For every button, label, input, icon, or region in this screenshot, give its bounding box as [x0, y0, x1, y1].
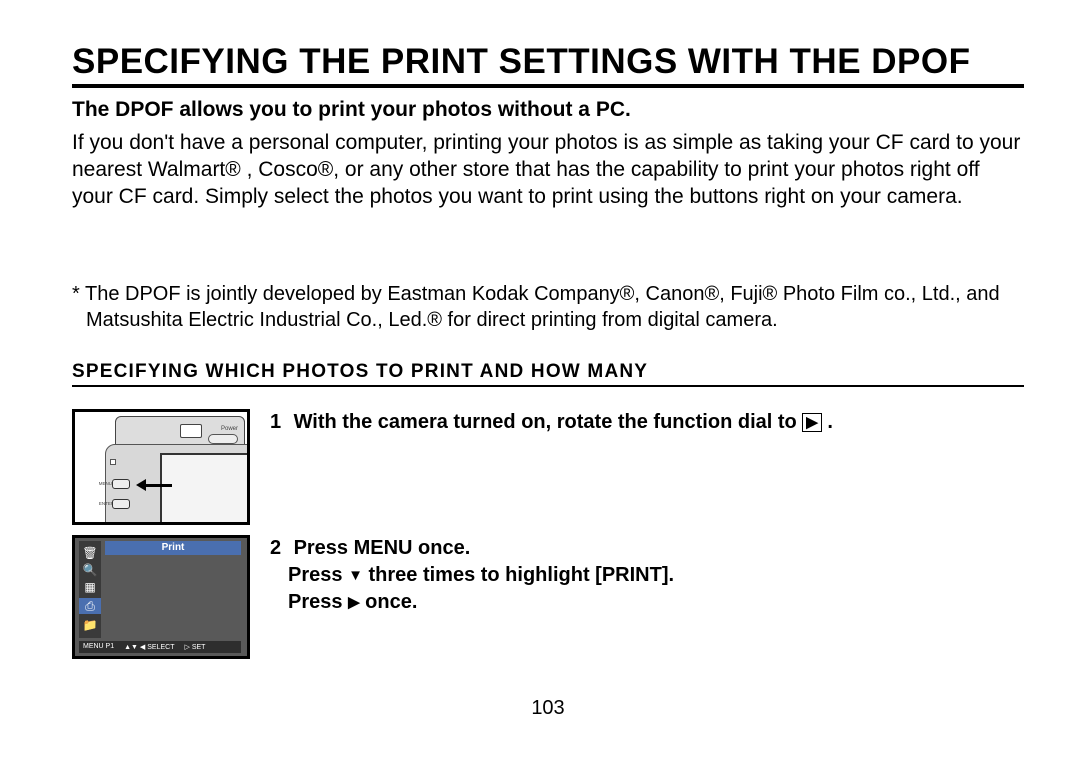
trash-icon: 🗑	[82, 547, 97, 559]
down-arrow-icon: ▼	[348, 567, 363, 584]
menu-title-bar: Print	[105, 541, 241, 555]
page-number: 103	[72, 697, 1024, 720]
bottom-select-label: ▲▼ ◀ SELECT	[124, 643, 174, 651]
menu-button-icon	[112, 479, 130, 489]
camera-rear-screen	[160, 453, 250, 525]
enter-button-icon	[112, 499, 130, 509]
subtitle: The DPOF allows you to print your photos…	[72, 98, 1024, 122]
menu-sidebar: 🗑 🔍 ▦ ⎙ 📁	[79, 541, 101, 638]
bottom-set-label: ▷ SET	[185, 643, 206, 651]
menu-bottom-bar: MENU P1 ▲▼ ◀ SELECT ▷ SET	[79, 641, 241, 653]
power-switch-icon	[208, 434, 238, 444]
step-2-image: 🗑 🔍 ▦ ⎙ 📁 Print MENU P1 ▲▼ ◀ SELECT ▷ SE…	[72, 535, 252, 659]
steps-list: Power MENU ENTER 1 With th	[72, 409, 1024, 659]
section-heading: SPECIFYING WHICH PHOTOS TO PRINT AND HOW…	[72, 361, 1024, 387]
power-label: Power	[221, 426, 238, 432]
step-2-row: 🗑 🔍 ▦ ⎙ 📁 Print MENU P1 ▲▼ ◀ SELECT ▷ SE…	[72, 535, 1024, 659]
manual-page: SPECIFYING THE PRINT SETTINGS WITH THE D…	[0, 0, 1080, 740]
folder-icon: 📁	[83, 619, 98, 631]
menu-label: MENU	[99, 481, 112, 486]
slideshow-icon: ▦	[84, 581, 95, 593]
step-1-text: 1 With the camera turned on, rotate the …	[270, 409, 1024, 436]
right-arrow-icon: ▶	[348, 594, 360, 611]
camera-diagram: Power MENU ENTER	[72, 409, 250, 525]
step-2-number: 2	[270, 535, 288, 562]
camera-top-lcd	[180, 424, 202, 438]
print-icon: ⎙	[79, 598, 101, 614]
step-1-row: Power MENU ENTER 1 With th	[72, 409, 1024, 525]
step-2-text: 2 Press MENU once. Press ▼ three times t…	[270, 535, 1024, 616]
page-title: SPECIFYING THE PRINT SETTINGS WITH THE D…	[72, 42, 1024, 88]
io-port-icon	[110, 459, 116, 465]
bottom-menu-label: MENU P1	[83, 643, 114, 650]
step-1-number: 1	[270, 409, 288, 436]
footnote: * The DPOF is jointly developed by Eastm…	[72, 281, 1024, 333]
playback-mode-icon: ▶	[802, 413, 822, 432]
arrow-left-icon	[136, 481, 176, 489]
magnify-icon: 🔍	[83, 564, 98, 576]
step-1-image: Power MENU ENTER	[72, 409, 252, 525]
intro-paragraph: If you don't have a personal computer, p…	[72, 130, 1024, 211]
camera-menu-screen: 🗑 🔍 ▦ ⎙ 📁 Print MENU P1 ▲▼ ◀ SELECT ▷ SE…	[72, 535, 250, 659]
